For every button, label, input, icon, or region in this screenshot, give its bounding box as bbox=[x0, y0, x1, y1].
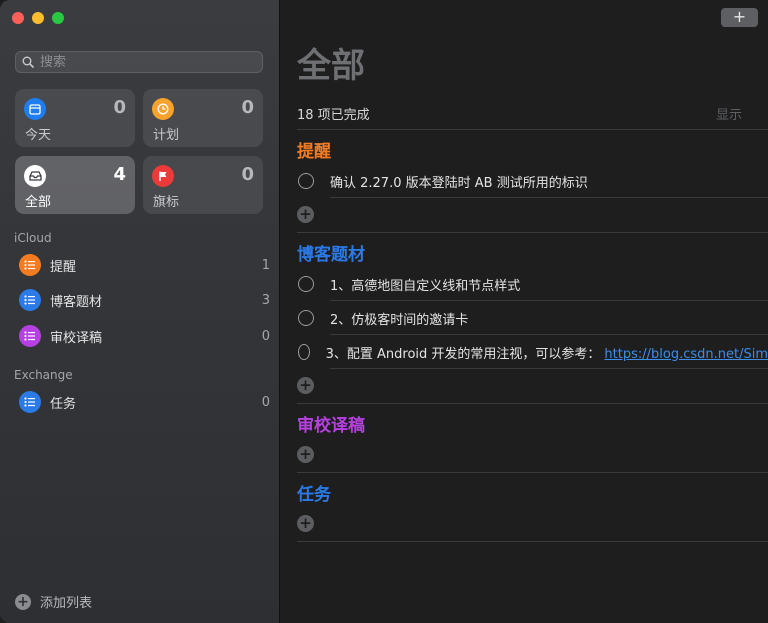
add-task-button[interactable]: + bbox=[297, 206, 314, 223]
task-row: 2、仿极客时间的邀请卡 bbox=[297, 304, 768, 332]
main-content: + 全部 18 项已完成 显示 提醒 确认 2.27.0 版本登陆时 AB 测试… bbox=[280, 0, 768, 623]
scheduled-label: 计划 bbox=[153, 128, 180, 143]
task-checkbox[interactable] bbox=[298, 173, 314, 189]
add-task-button[interactable]: + bbox=[297, 515, 314, 532]
task-text[interactable]: 3、配置 Android 开发的常用注视，可以参考： https://blog.c… bbox=[326, 343, 768, 362]
scheduled-count: 0 bbox=[241, 97, 254, 118]
list-count: 1 bbox=[261, 257, 270, 273]
task-text-main: 3、配置 Android 开发的常用注视，可以参考： bbox=[325, 346, 601, 362]
group-title-tasks: 任务 bbox=[297, 485, 331, 505]
add-list-label: 添加列表 bbox=[40, 596, 93, 611]
add-task-button[interactable]: + bbox=[297, 377, 314, 394]
divider bbox=[330, 300, 768, 301]
divider bbox=[297, 472, 768, 473]
list-count: 0 bbox=[261, 328, 270, 344]
task-text[interactable]: 确认 2.27.0 版本登陆时 AB 测试所用的标识 bbox=[330, 172, 588, 191]
new-reminder-button[interactable]: + bbox=[721, 8, 758, 27]
flagged-label: 旗标 bbox=[153, 195, 180, 210]
all-count: 4 bbox=[113, 164, 126, 185]
sidebar-list-review-translations[interactable]: 审校译稿 0 bbox=[14, 322, 272, 350]
calendar-icon bbox=[24, 98, 46, 120]
sidebar: 0 今天 0 计划 4 全部 0 旗标 iCloud bbox=[0, 0, 280, 623]
group-title-review-translations: 审校译稿 bbox=[297, 416, 365, 436]
task-row: 1、高德地图自定义线和节点样式 bbox=[297, 270, 768, 298]
account-header-exchange: Exchange bbox=[14, 368, 73, 382]
divider bbox=[330, 368, 768, 369]
all-label: 全部 bbox=[25, 195, 52, 210]
list-bullet-icon bbox=[19, 325, 41, 347]
divider bbox=[297, 129, 768, 130]
task-row: 确认 2.27.0 版本登陆时 AB 测试所用的标识 bbox=[297, 167, 768, 195]
task-checkbox[interactable] bbox=[298, 310, 314, 326]
window-controls bbox=[12, 12, 64, 24]
search-field[interactable] bbox=[15, 51, 263, 73]
divider bbox=[297, 403, 768, 404]
clock-icon bbox=[152, 98, 174, 120]
search-icon bbox=[22, 56, 34, 68]
task-checkbox[interactable] bbox=[298, 276, 314, 292]
task-text[interactable]: 2、仿极客时间的邀请卡 bbox=[330, 309, 468, 328]
add-list-button[interactable]: + 添加列表 bbox=[15, 592, 92, 611]
account-header-icloud: iCloud bbox=[14, 231, 52, 245]
sidebar-list-reminders[interactable]: 提醒 1 bbox=[14, 251, 272, 279]
today-count: 0 bbox=[113, 97, 126, 118]
minimize-window-button[interactable] bbox=[32, 12, 44, 24]
group-title-reminders: 提醒 bbox=[297, 142, 331, 162]
list-name: 提醒 bbox=[50, 259, 77, 275]
smart-list-all[interactable]: 4 全部 bbox=[15, 156, 135, 214]
reminders-window: 0 今天 0 计划 4 全部 0 旗标 iCloud bbox=[0, 0, 768, 623]
flagged-count: 0 bbox=[241, 164, 254, 185]
add-task-button[interactable]: + bbox=[297, 446, 314, 463]
today-label: 今天 bbox=[25, 128, 52, 143]
show-completed-button[interactable]: 显示 bbox=[716, 104, 742, 123]
flag-icon bbox=[152, 165, 174, 187]
list-name: 博客题材 bbox=[50, 294, 103, 310]
task-row: 3、配置 Android 开发的常用注视，可以参考： https://blog.c… bbox=[297, 338, 768, 366]
task-text[interactable]: 1、高德地图自定义线和节点样式 bbox=[330, 275, 520, 294]
list-count: 0 bbox=[261, 394, 270, 410]
divider bbox=[330, 197, 768, 198]
smart-list-today[interactable]: 0 今天 bbox=[15, 89, 135, 147]
smart-list-scheduled[interactable]: 0 计划 bbox=[143, 89, 263, 147]
group-title-blog-topics: 博客题材 bbox=[297, 245, 365, 265]
sidebar-list-tasks[interactable]: 任务 0 bbox=[14, 388, 272, 416]
list-count: 3 bbox=[261, 292, 270, 308]
divider bbox=[297, 541, 768, 542]
completed-count: 18 项已完成 bbox=[297, 108, 370, 123]
list-name: 任务 bbox=[50, 396, 77, 412]
list-name: 审校译稿 bbox=[50, 330, 103, 346]
task-link[interactable]: https://blog.csdn.net/Sim bbox=[604, 347, 768, 362]
plus-icon: + bbox=[15, 593, 31, 610]
list-bullet-icon bbox=[19, 289, 41, 311]
list-bullet-icon bbox=[19, 254, 41, 276]
tray-icon bbox=[24, 165, 46, 187]
task-checkbox[interactable] bbox=[298, 344, 310, 360]
list-bullet-icon bbox=[19, 391, 41, 413]
smart-list-flagged[interactable]: 0 旗标 bbox=[143, 156, 263, 214]
sidebar-list-blog-topics[interactable]: 博客题材 3 bbox=[14, 286, 272, 314]
divider bbox=[297, 232, 768, 233]
page-title: 全部 bbox=[297, 46, 365, 86]
close-window-button[interactable] bbox=[12, 12, 24, 24]
zoom-window-button[interactable] bbox=[52, 12, 64, 24]
search-input[interactable] bbox=[38, 53, 262, 71]
divider bbox=[330, 334, 768, 335]
